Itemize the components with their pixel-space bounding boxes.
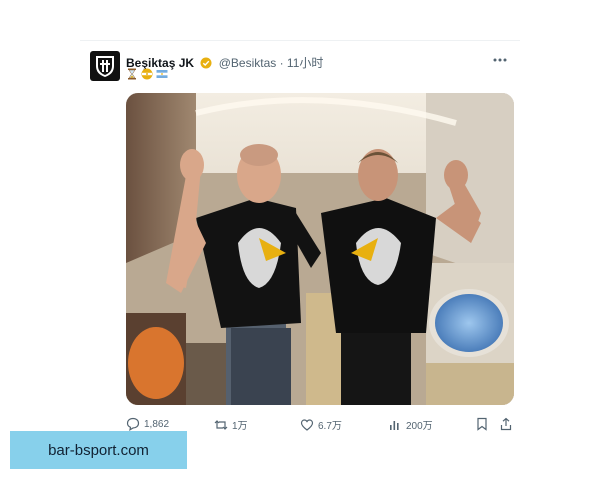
reply-button[interactable]: 1,862 xyxy=(126,417,169,431)
share-icon xyxy=(500,417,512,431)
turkey-flag-emoji-icon xyxy=(156,70,168,78)
gold-verified-badge-icon xyxy=(200,57,212,69)
site-watermark: bar-bsport.com xyxy=(10,431,187,469)
share-button[interactable] xyxy=(500,417,512,431)
author-avatar[interactable] xyxy=(90,51,120,81)
retweet-count: 1万 xyxy=(232,421,248,432)
views-button[interactable]: 200万 xyxy=(388,417,433,432)
reply-icon xyxy=(126,417,140,431)
argentina-football-emoji-icon xyxy=(141,68,153,80)
tweet-card: Beşiktaş JK @Besiktas · 11小时 1,862 1万 6.… xyxy=(80,40,520,441)
retweet-button[interactable]: 1万 xyxy=(214,417,248,432)
like-count: 6.7万 xyxy=(318,421,342,432)
views-count: 200万 xyxy=(406,421,433,432)
ellipsis-icon xyxy=(493,58,507,62)
tweet-photo[interactable] xyxy=(126,93,514,405)
bookmark-button[interactable] xyxy=(476,417,488,431)
retweet-icon xyxy=(214,419,228,430)
jet-cabin-photo-image xyxy=(126,93,514,405)
like-button[interactable]: 6.7万 xyxy=(300,417,342,432)
bookmark-icon xyxy=(477,417,487,431)
besiktas-crest-icon xyxy=(96,56,114,77)
reply-count: 1,862 xyxy=(144,418,170,430)
views-chart-icon xyxy=(390,420,399,430)
author-handle-time[interactable]: @Besiktas · 11小时 xyxy=(219,56,324,70)
heart-icon xyxy=(300,418,314,431)
hourglass-emoji-icon xyxy=(128,68,136,80)
tweet-text-emojis xyxy=(126,68,168,82)
more-options-button[interactable] xyxy=(490,51,510,67)
